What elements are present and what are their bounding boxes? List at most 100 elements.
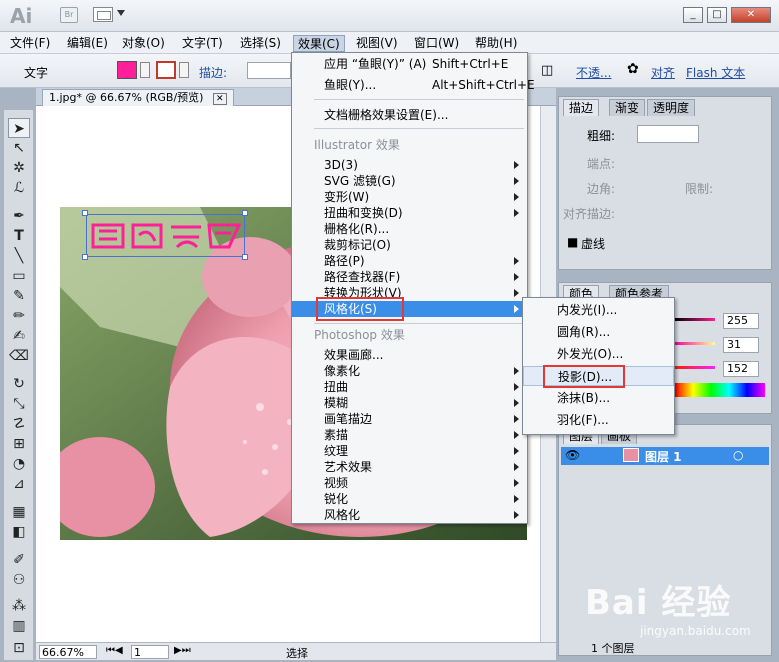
eyedropper-icon[interactable]: ✐: [8, 550, 30, 570]
align-link[interactable]: 对齐: [651, 64, 675, 81]
menu-sketch[interactable]: 素描: [292, 427, 527, 443]
stroke-label[interactable]: 描边:: [199, 64, 227, 81]
blob-brush-icon[interactable]: ✍: [8, 326, 30, 346]
menu-effect[interactable]: 效果(C): [293, 35, 345, 52]
gradient-icon[interactable]: ◧: [8, 522, 30, 542]
selection-handle[interactable]: [242, 254, 248, 260]
menu-svg-filters[interactable]: SVG 滤镜(G): [292, 173, 527, 189]
warp-icon[interactable]: ☡: [8, 414, 30, 434]
line-icon[interactable]: ╲: [8, 246, 30, 266]
bridge-button[interactable]: Br: [60, 7, 78, 23]
b-slider[interactable]: [675, 366, 715, 369]
tab-stroke[interactable]: 描边: [563, 99, 600, 116]
menu-sharpen[interactable]: 锐化: [292, 491, 527, 507]
menu-pixelate[interactable]: 像素化: [292, 363, 527, 379]
arrange-documents-button[interactable]: [93, 7, 113, 22]
menu-edit[interactable]: 编辑(E): [63, 35, 112, 52]
first-page-icon[interactable]: ⏮◀: [106, 645, 123, 656]
shape-builder-icon[interactable]: ◔: [8, 454, 30, 474]
submenu-outer-glow[interactable]: 外发光(O)...: [523, 344, 674, 364]
menu-window[interactable]: 窗口(W): [410, 35, 463, 52]
target-icon[interactable]: ○: [733, 448, 743, 462]
magic-wand-icon[interactable]: ✲: [8, 158, 30, 178]
color-spectrum[interactable]: [675, 383, 765, 397]
column-graph-icon[interactable]: ▥: [8, 616, 30, 636]
brush-icon[interactable]: ◫: [541, 63, 553, 78]
minimize-button[interactable]: _: [683, 7, 703, 23]
artboard-icon[interactable]: ⊡: [8, 638, 30, 658]
menu-effect-gallery[interactable]: 效果画廊...: [292, 347, 527, 363]
selection-handle[interactable]: [82, 210, 88, 216]
submenu-feather[interactable]: 羽化(F)...: [523, 410, 674, 430]
zoom-field[interactable]: 66.67%: [39, 645, 97, 659]
chevron-down-icon[interactable]: [117, 10, 125, 16]
stroke-dropdown[interactable]: [179, 62, 189, 78]
menu-3d[interactable]: 3D(3): [292, 157, 527, 173]
menu-distort-transform[interactable]: 扭曲和变换(D): [292, 205, 527, 221]
menu-raster-settings[interactable]: 文档栅格效果设置(E)...: [292, 107, 527, 123]
scale-icon[interactable]: ⤡: [8, 394, 30, 414]
fill-dropdown[interactable]: [140, 62, 150, 78]
g-value[interactable]: 31: [723, 337, 759, 353]
blend-icon[interactable]: ⚇: [8, 570, 30, 590]
submenu-round-corners[interactable]: 圆角(R)...: [523, 322, 674, 342]
menu-blur[interactable]: 模糊: [292, 395, 527, 411]
menu-crop-marks[interactable]: 裁剪标记(O): [292, 237, 527, 253]
fill-swatch[interactable]: [117, 61, 137, 79]
menu-fisheye[interactable]: 鱼眼(Y)... Alt+Shift+Ctrl+E: [292, 77, 535, 93]
menu-view[interactable]: 视图(V): [352, 35, 402, 52]
menu-type[interactable]: 文字(T): [178, 35, 227, 52]
g-slider[interactable]: [675, 342, 715, 345]
menu-object[interactable]: 对象(O): [118, 35, 169, 52]
menu-ps-stylize[interactable]: 风格化: [292, 507, 527, 523]
rectangle-icon[interactable]: ▭: [8, 266, 30, 286]
symbol-sprayer-icon[interactable]: ⁂: [8, 596, 30, 616]
tab-transparency[interactable]: 透明度: [647, 99, 696, 116]
selection-handle[interactable]: [242, 210, 248, 216]
mesh-icon[interactable]: ▦: [8, 502, 30, 522]
r-value[interactable]: 255: [723, 313, 759, 329]
menu-texture[interactable]: 纹理: [292, 443, 527, 459]
menu-video[interactable]: 视频: [292, 475, 527, 491]
document-tab[interactable]: 1.jpg* @ 66.67% (RGB/预览) ✕: [42, 89, 234, 106]
eraser-icon[interactable]: ⌫: [8, 346, 30, 366]
layer-row[interactable]: 👁 图层 1 ○: [561, 447, 769, 465]
maximize-button[interactable]: □: [707, 7, 727, 23]
stroke-swatch[interactable]: [156, 61, 176, 79]
free-transform-icon[interactable]: ⊞: [8, 434, 30, 454]
menu-file[interactable]: 文件(F): [6, 35, 54, 52]
perspective-grid-icon[interactable]: ⊿: [8, 474, 30, 494]
pen-icon[interactable]: ✒: [8, 206, 30, 226]
paintbrush-icon[interactable]: ✎: [8, 286, 30, 306]
type-icon[interactable]: T: [8, 226, 30, 246]
menu-path[interactable]: 路径(P): [292, 253, 527, 269]
r-slider[interactable]: [675, 318, 715, 321]
submenu-inner-glow[interactable]: 内发光(I)...: [523, 300, 674, 320]
menu-rasterize[interactable]: 栅格化(R)...: [292, 221, 527, 237]
menu-pathfinder[interactable]: 路径查找器(F): [292, 269, 527, 285]
selection-tool-icon[interactable]: ➤: [8, 118, 30, 138]
close-icon[interactable]: ✕: [212, 93, 227, 105]
menu-brush-strokes[interactable]: 画笔描边: [292, 411, 527, 427]
dashed-checkbox[interactable]: ■: [567, 235, 578, 249]
rotate-icon[interactable]: ↻: [8, 374, 30, 394]
menu-apply-last[interactable]: 应用 “鱼眼(Y)” (A) Shift+Ctrl+E: [292, 56, 527, 72]
selected-text-object[interactable]: [86, 214, 245, 257]
stroke-weight-input[interactable]: [247, 62, 291, 79]
layer-name[interactable]: 图层 1: [645, 448, 682, 465]
b-value[interactable]: 152: [723, 361, 759, 377]
selection-handle[interactable]: [82, 254, 88, 260]
flash-text-link[interactable]: Flash 文本: [686, 64, 745, 81]
lasso-icon[interactable]: ℒ: [8, 178, 30, 198]
recolor-icon[interactable]: ✿: [627, 61, 639, 77]
pencil-icon[interactable]: ✏: [8, 306, 30, 326]
stroke-weight-select[interactable]: [637, 125, 699, 143]
menu-artistic[interactable]: 艺术效果: [292, 459, 527, 475]
next-page-icon[interactable]: ▶⏭: [174, 645, 191, 656]
direct-selection-icon[interactable]: ↖: [8, 138, 30, 158]
tab-gradient[interactable]: 渐变: [609, 99, 646, 116]
close-button[interactable]: ✕: [731, 7, 771, 23]
menu-warp[interactable]: 变形(W): [292, 189, 527, 205]
eye-icon[interactable]: 👁: [565, 448, 580, 462]
menu-select[interactable]: 选择(S): [236, 35, 285, 52]
